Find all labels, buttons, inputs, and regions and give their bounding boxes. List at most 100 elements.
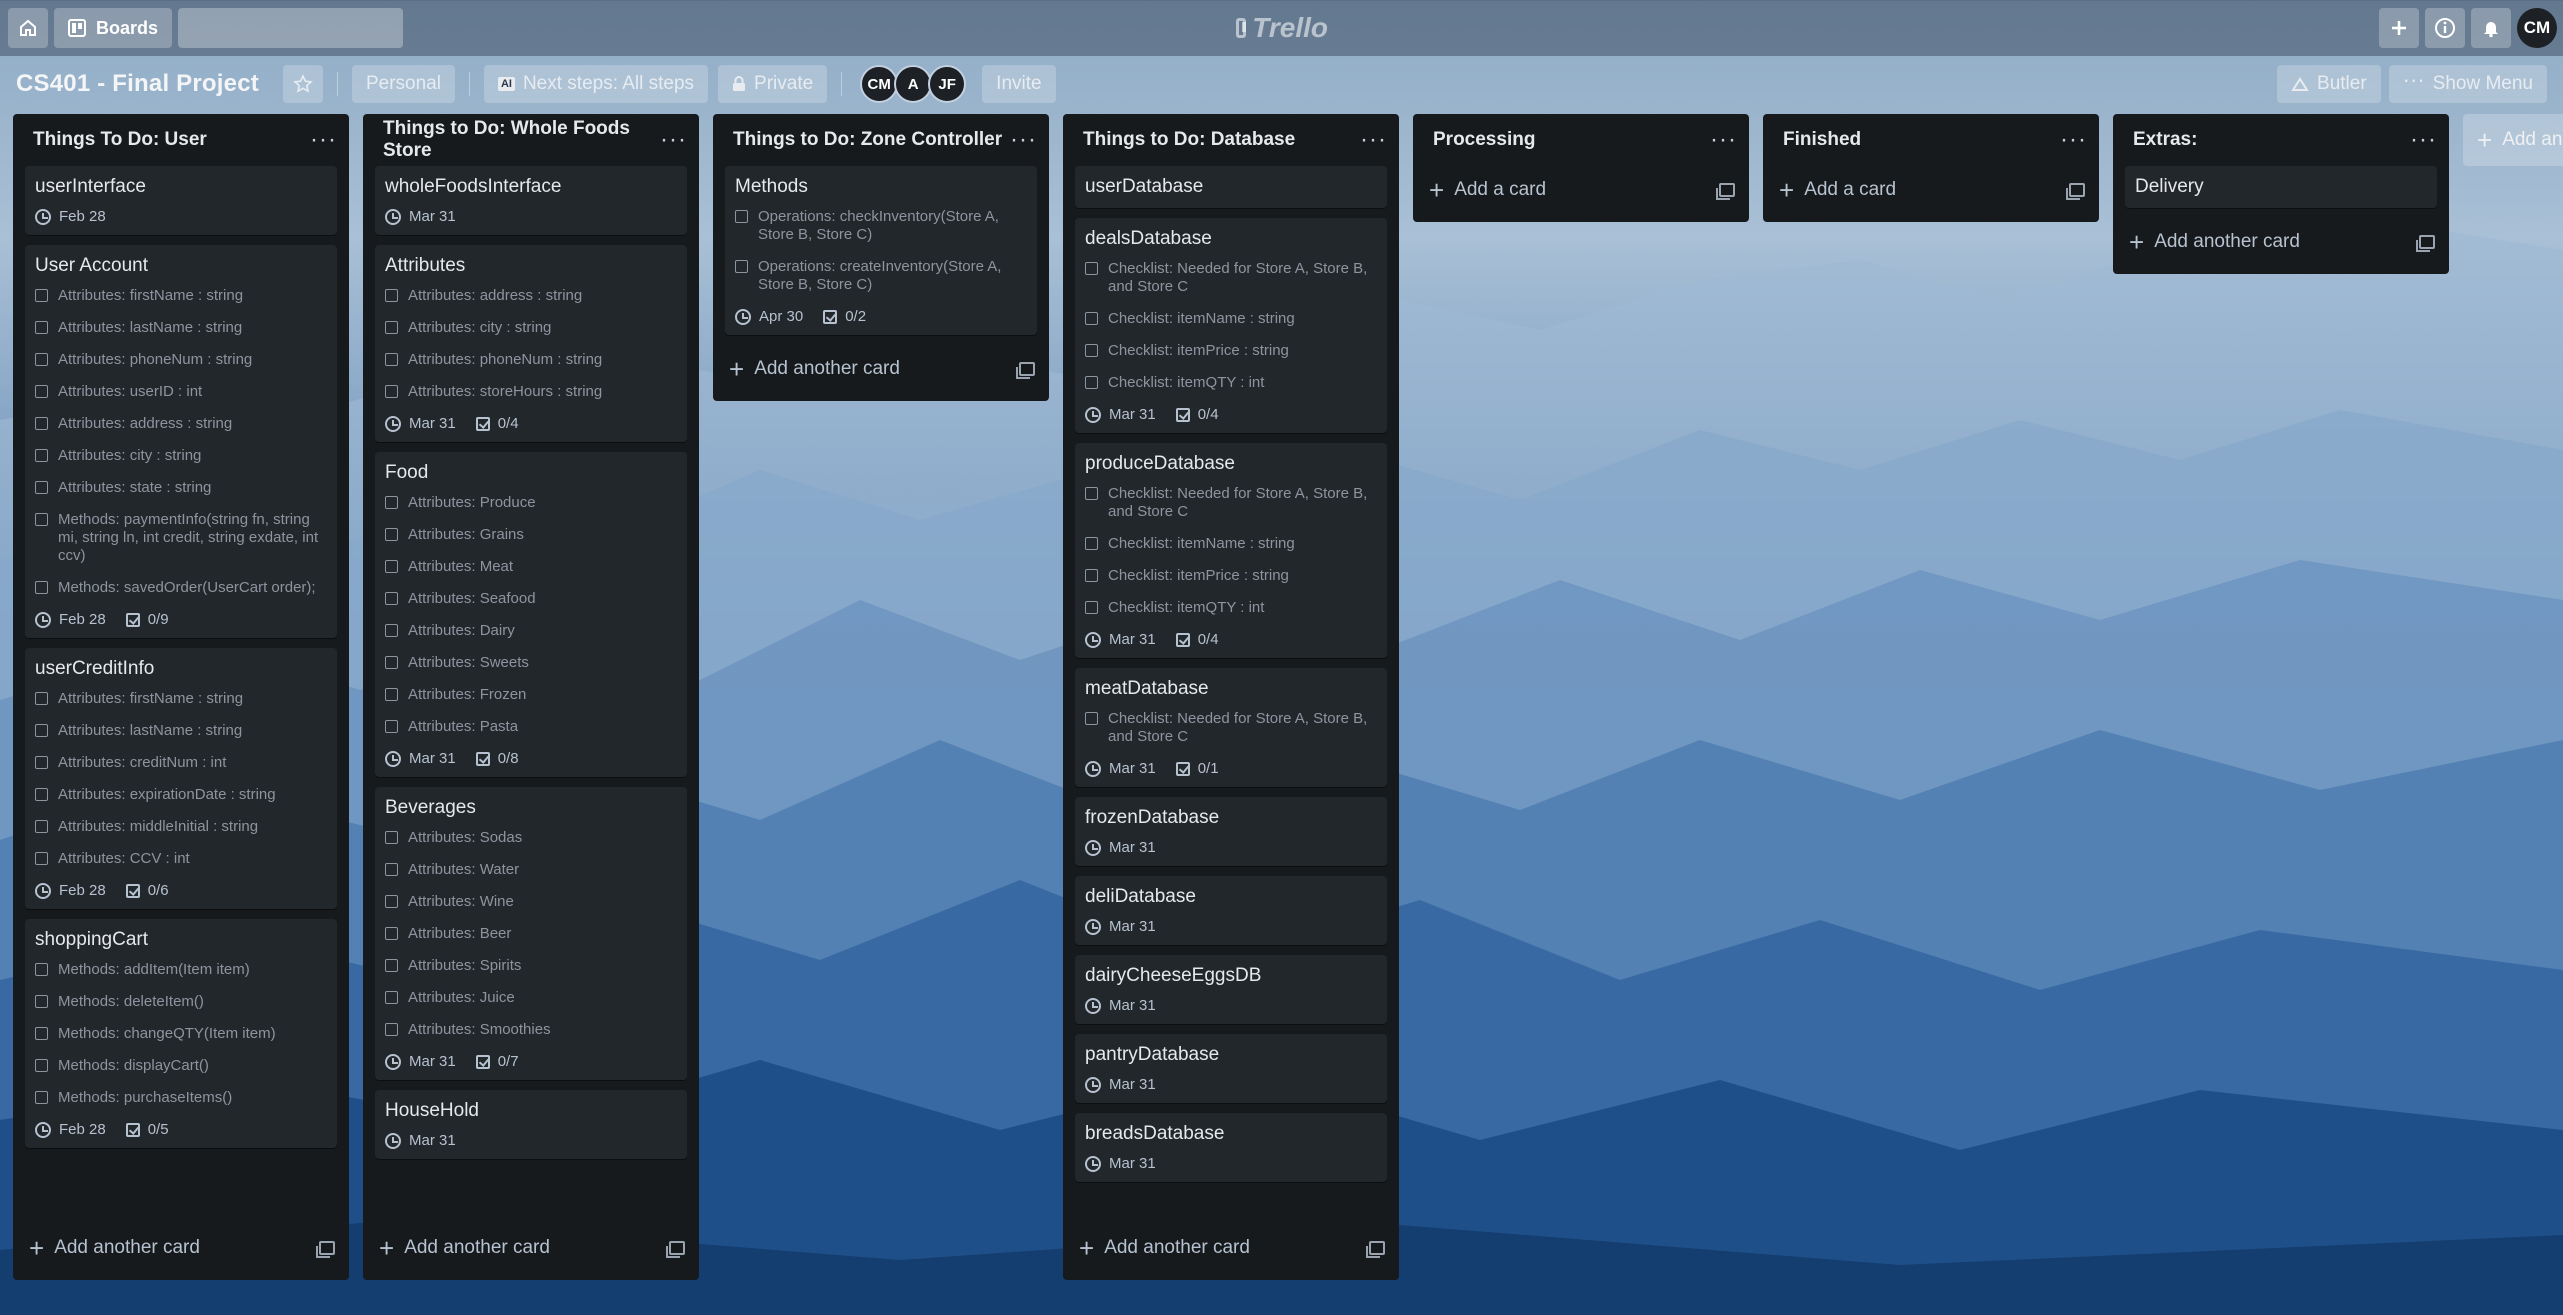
checkbox-icon[interactable] — [385, 991, 398, 1004]
checklist-item[interactable]: Methods: purchaseItems() — [35, 1089, 327, 1107]
checklist-item[interactable]: Attributes: address : string — [35, 415, 327, 433]
more-options-icon[interactable]: ··· — [310, 128, 337, 152]
user-avatar[interactable]: CM — [2517, 8, 2557, 48]
checkbox-icon[interactable] — [1085, 537, 1098, 550]
checkbox-icon[interactable] — [35, 385, 48, 398]
checkbox-icon[interactable] — [385, 959, 398, 972]
trello-logo[interactable]: Trello — [1236, 10, 1328, 46]
more-options-icon[interactable]: ··· — [1710, 128, 1737, 152]
checklist-item[interactable]: Attributes: address : string — [385, 287, 677, 305]
checklist-item[interactable]: Attributes: Grains — [385, 526, 677, 544]
checkbox-icon[interactable] — [1085, 569, 1098, 582]
more-options-icon[interactable]: ··· — [2410, 128, 2437, 152]
checklist-item[interactable]: Methods: deleteItem() — [35, 993, 327, 1011]
checklist-item[interactable]: Operations: checkInventory(Store A, Stor… — [735, 208, 1027, 244]
create-button[interactable] — [2379, 8, 2419, 48]
list-header[interactable]: Things to Do: Database ··· — [1063, 114, 1399, 166]
due-date-badge[interactable]: Feb 28 — [35, 882, 106, 899]
checkbox-icon[interactable] — [35, 995, 48, 1008]
checklist-item[interactable]: Attributes: Beer — [385, 925, 677, 943]
list-title[interactable]: Finished — [1783, 129, 1861, 151]
due-date-badge[interactable]: Mar 31 — [385, 1053, 456, 1070]
checkbox-icon[interactable] — [385, 592, 398, 605]
checklist-item[interactable]: Attributes: Meat — [385, 558, 677, 576]
privacy-button[interactable]: Private — [718, 65, 828, 103]
checklist-item[interactable]: Attributes: Juice — [385, 989, 677, 1007]
checklist-item[interactable]: Attributes: Sodas — [385, 829, 677, 847]
card[interactable]: Food Attributes: Produce Attributes: Grain… — [375, 452, 687, 777]
checkbox-icon[interactable] — [385, 831, 398, 844]
checklist-item[interactable]: Attributes: phoneNum : string — [35, 351, 327, 369]
checklist-item[interactable]: Attributes: firstName : string — [35, 287, 327, 305]
checkbox-icon[interactable] — [1085, 487, 1098, 500]
checkbox-icon[interactable] — [735, 210, 748, 223]
checklist-item[interactable]: Checklist: Needed for Store A, Store B, … — [1085, 485, 1377, 521]
checklist-item[interactable]: Checklist: itemName : string — [1085, 535, 1377, 553]
checklist-item[interactable]: Attributes: Water — [385, 861, 677, 879]
card[interactable]: shoppingCart Methods: addItem(Item item) M… — [25, 919, 337, 1148]
checklist-item[interactable]: Attributes: lastName : string — [35, 722, 327, 740]
checkbox-icon[interactable] — [35, 1027, 48, 1040]
checklist-item[interactable]: Attributes: state : string — [35, 479, 327, 497]
invite-button[interactable]: Invite — [982, 65, 1056, 103]
checklist-item[interactable]: Checklist: itemQTY : int — [1085, 374, 1377, 392]
card[interactable]: meatDatabase Checklist: Needed for Store … — [1075, 668, 1387, 787]
due-date-badge[interactable]: Feb 28 — [35, 1121, 106, 1138]
list-header[interactable]: Finished ··· — [1763, 114, 2099, 166]
card-template-icon[interactable] — [2416, 235, 2435, 252]
due-date-badge[interactable]: Mar 31 — [1085, 1155, 1156, 1172]
checkbox-icon[interactable] — [35, 1091, 48, 1104]
card[interactable]: dairyCheeseEggsDB Mar 31 — [1075, 955, 1387, 1024]
card[interactable]: Methods Operations: checkInventory(Store … — [725, 166, 1037, 335]
list-title[interactable]: Things to Do: Zone Controller — [733, 129, 1002, 151]
due-date-badge[interactable]: Mar 31 — [1085, 760, 1156, 777]
card-template-icon[interactable] — [1716, 183, 1735, 200]
checkbox-icon[interactable] — [35, 417, 48, 430]
card-template-icon[interactable] — [316, 1241, 335, 1258]
list-header[interactable]: Extras: ··· — [2113, 114, 2449, 166]
board-title[interactable]: CS401 - Final Project — [16, 70, 259, 98]
due-date-badge[interactable]: Mar 31 — [1085, 997, 1156, 1014]
checkbox-icon[interactable] — [385, 720, 398, 733]
add-list-button[interactable]: + Add another list — [2463, 114, 2563, 166]
card[interactable]: produceDatabase Checklist: Needed for Sto… — [1075, 443, 1387, 658]
checkbox-icon[interactable] — [385, 927, 398, 940]
card[interactable]: wholeFoodsInterface Mar 31 — [375, 166, 687, 235]
due-date-badge[interactable]: Mar 31 — [1085, 406, 1156, 423]
card[interactable]: Attributes Attributes: address : string At… — [375, 245, 687, 442]
due-date-badge[interactable]: Mar 31 — [1085, 918, 1156, 935]
checkbox-icon[interactable] — [35, 513, 48, 526]
notifications-button[interactable] — [2471, 8, 2511, 48]
list-header[interactable]: Things To Do: User ··· — [13, 114, 349, 166]
next-steps-button[interactable]: AI Next steps: All steps — [483, 65, 709, 103]
checkbox-icon[interactable] — [385, 528, 398, 541]
checklist-item[interactable]: Attributes: lastName : string — [35, 319, 327, 337]
checkbox-icon[interactable] — [1085, 601, 1098, 614]
add-card-button[interactable]: + Add another card — [29, 1235, 200, 1261]
checklist-item[interactable]: Attributes: Wine — [385, 893, 677, 911]
checklist-item[interactable]: Checklist: itemPrice : string — [1085, 567, 1377, 585]
checkbox-icon[interactable] — [35, 852, 48, 865]
checklist-item[interactable]: Attributes: middleInitial : string — [35, 818, 327, 836]
checkbox-icon[interactable] — [385, 656, 398, 669]
checkbox-icon[interactable] — [1085, 376, 1098, 389]
checkbox-icon[interactable] — [385, 560, 398, 573]
checklist-item[interactable]: Attributes: city : string — [385, 319, 677, 337]
add-card-button[interactable]: + Add a card — [1429, 177, 1546, 203]
list-header[interactable]: Things to Do: Zone Controller ··· — [713, 114, 1049, 166]
checklist-item[interactable]: Attributes: Smoothies — [385, 1021, 677, 1039]
checklist-item[interactable]: Methods: savedOrder(UserCart order); — [35, 579, 327, 597]
card[interactable]: pantryDatabase Mar 31 — [1075, 1034, 1387, 1103]
checkbox-icon[interactable] — [35, 289, 48, 302]
more-options-icon[interactable]: ··· — [1360, 128, 1387, 152]
add-card-button[interactable]: + Add another card — [2129, 229, 2300, 255]
due-date-badge[interactable]: Mar 31 — [1085, 631, 1156, 648]
checklist-item[interactable]: Checklist: itemPrice : string — [1085, 342, 1377, 360]
due-date-badge[interactable]: Mar 31 — [1085, 1076, 1156, 1093]
checklist-item[interactable]: Checklist: itemName : string — [1085, 310, 1377, 328]
add-card-button[interactable]: + Add another card — [729, 356, 900, 382]
checkbox-icon[interactable] — [35, 692, 48, 705]
card[interactable]: userInterface Feb 28 — [25, 166, 337, 235]
card-template-icon[interactable] — [1016, 362, 1035, 379]
checklist-item[interactable]: Attributes: storeHours : string — [385, 383, 677, 401]
